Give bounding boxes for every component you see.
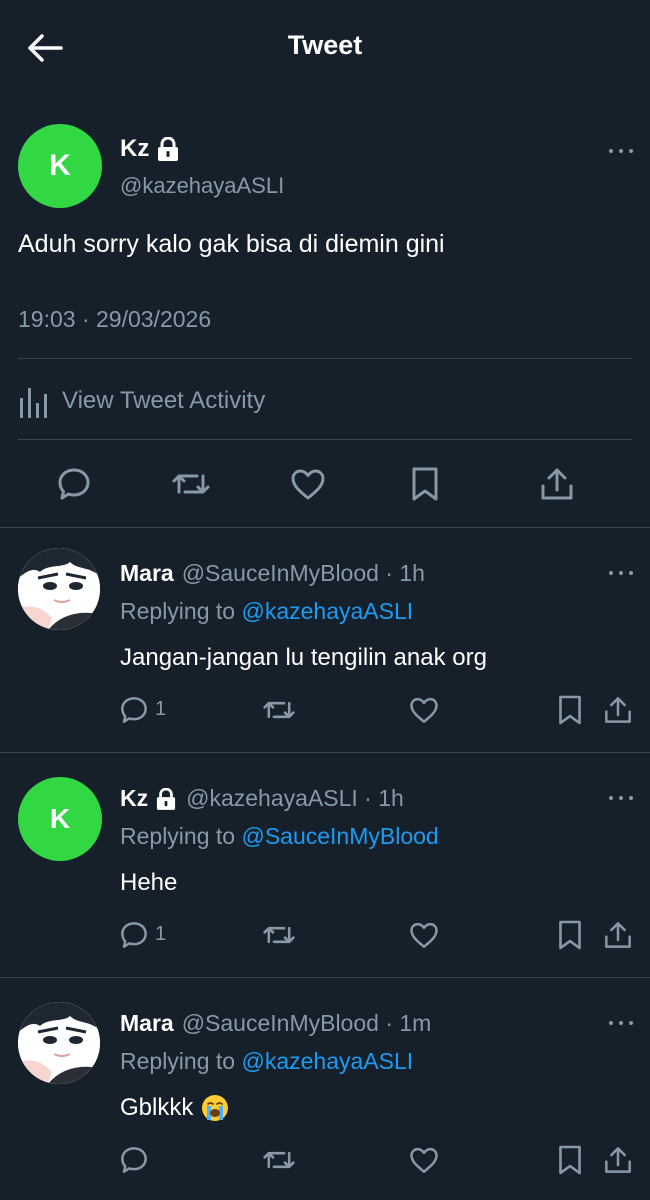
like-button[interactable] <box>406 917 442 953</box>
top-bar: Tweet <box>0 0 650 100</box>
avatar[interactable]: K <box>18 777 102 861</box>
bookmark-icon <box>412 467 438 501</box>
reply-button[interactable] <box>116 1142 152 1178</box>
like-button[interactable] <box>406 1142 442 1178</box>
retweet-button[interactable] <box>171 464 211 504</box>
divider <box>0 977 650 978</box>
like-icon <box>410 922 438 948</box>
reply-tweet[interactable]: Mara @SauceInMyBlood · 1m Replying to @k… <box>0 1002 650 1200</box>
reply-author-name[interactable]: Kz <box>120 785 148 812</box>
share-icon <box>605 697 631 723</box>
share-button[interactable] <box>600 1142 636 1178</box>
tweet-text: Aduh sorry kalo gak bisa di diemin gini <box>18 230 445 258</box>
avatar[interactable] <box>18 1002 100 1084</box>
reply-button[interactable] <box>116 917 152 953</box>
mention-link[interactable]: @kazehayaASLI <box>241 1048 413 1074</box>
more-options-icon[interactable] <box>607 568 635 578</box>
bookmark-button[interactable] <box>405 464 445 504</box>
page-title: Tweet <box>287 30 363 60</box>
reply-count: 1 <box>155 923 167 945</box>
reply-tweet[interactable]: Mara @SauceInMyBlood · 1h Replying to @k… <box>0 548 650 750</box>
reply-meta: @kazehayaASLI · 1h <box>186 785 404 811</box>
reply-header: Mara @SauceInMyBlood · 1m <box>120 1010 431 1037</box>
more-options-icon[interactable] <box>607 146 635 156</box>
bookmark-icon <box>559 695 581 725</box>
avatar[interactable]: K <box>18 124 102 208</box>
more-options-icon[interactable] <box>607 1018 635 1028</box>
reply-author-name[interactable]: Mara <box>120 1010 174 1037</box>
activity-label: View Tweet Activity <box>62 387 266 414</box>
more-options-icon[interactable] <box>607 793 635 803</box>
like-button[interactable] <box>288 464 328 504</box>
divider <box>0 752 650 753</box>
reply-text: Jangan-jangan lu tengilin anak org <box>120 644 487 671</box>
bookmark-button[interactable] <box>552 692 588 728</box>
share-icon <box>605 922 631 948</box>
replying-to: Replying to @kazehayaASLI <box>120 598 414 624</box>
retweet-button[interactable] <box>261 1142 297 1178</box>
share-icon <box>541 468 573 500</box>
avatar[interactable] <box>18 548 100 630</box>
reply-icon <box>121 697 147 723</box>
reply-button[interactable] <box>54 464 94 504</box>
reply-meta: @SauceInMyBlood · 1h <box>181 560 425 586</box>
reply-meta: @SauceInMyBlood · 1m <box>181 1010 432 1036</box>
reply-button[interactable] <box>116 692 152 728</box>
divider <box>18 439 632 440</box>
reply-icon <box>121 1147 147 1173</box>
replying-to: Replying to @kazehayaASLI <box>120 1048 414 1074</box>
retweet-icon <box>263 926 295 944</box>
retweet-icon <box>263 701 295 719</box>
reply-icon <box>58 468 90 500</box>
like-button[interactable] <box>406 692 442 728</box>
reply-author-name[interactable]: Mara <box>120 560 174 587</box>
share-button[interactable] <box>537 464 577 504</box>
reply-header: Mara @SauceInMyBlood · 1h <box>120 560 425 587</box>
lock-icon <box>156 787 176 810</box>
analytics-icon <box>20 388 47 418</box>
reply-header: Kz @kazehayaASLI · 1h <box>120 785 404 812</box>
retweet-icon <box>263 1151 295 1169</box>
reply-icon <box>121 922 147 948</box>
replying-to: Replying to @SauceInMyBlood <box>120 823 439 849</box>
share-icon <box>605 1147 631 1173</box>
lock-icon <box>157 137 179 161</box>
divider <box>18 358 632 359</box>
like-icon <box>291 469 325 500</box>
reply-text: Gblkkk <box>120 1094 229 1122</box>
like-icon <box>410 1147 438 1173</box>
share-button[interactable] <box>600 917 636 953</box>
bookmark-button[interactable] <box>552 1142 588 1178</box>
tweet-timestamp: 19:03 · 29/03/2026 <box>18 306 212 332</box>
bookmark-button[interactable] <box>552 917 588 953</box>
reply-actions <box>0 1142 650 1182</box>
divider <box>0 527 650 528</box>
retweet-icon <box>172 474 210 494</box>
bookmark-icon <box>559 1145 581 1175</box>
reply-text: Hehe <box>120 869 178 896</box>
mention-link[interactable]: @SauceInMyBlood <box>241 823 438 849</box>
retweet-button[interactable] <box>261 692 297 728</box>
loudly-crying-face-icon <box>201 1094 229 1122</box>
share-button[interactable] <box>600 692 636 728</box>
reply-tweet[interactable]: K Kz @kazehayaASLI · 1h Replying to @Sau… <box>0 777 650 975</box>
like-icon <box>410 697 438 723</box>
reply-count: 1 <box>155 698 167 720</box>
retweet-button[interactable] <box>261 917 297 953</box>
mention-link[interactable]: @kazehayaASLI <box>241 598 413 624</box>
reply-actions: 1 <box>0 917 650 957</box>
reply-actions: 1 <box>0 692 650 732</box>
author-name[interactable]: Kz <box>120 135 179 163</box>
bookmark-icon <box>559 920 581 950</box>
view-tweet-activity-button[interactable]: View Tweet Activity <box>18 382 265 420</box>
author-handle[interactable]: @kazehayaASLI <box>120 173 284 199</box>
